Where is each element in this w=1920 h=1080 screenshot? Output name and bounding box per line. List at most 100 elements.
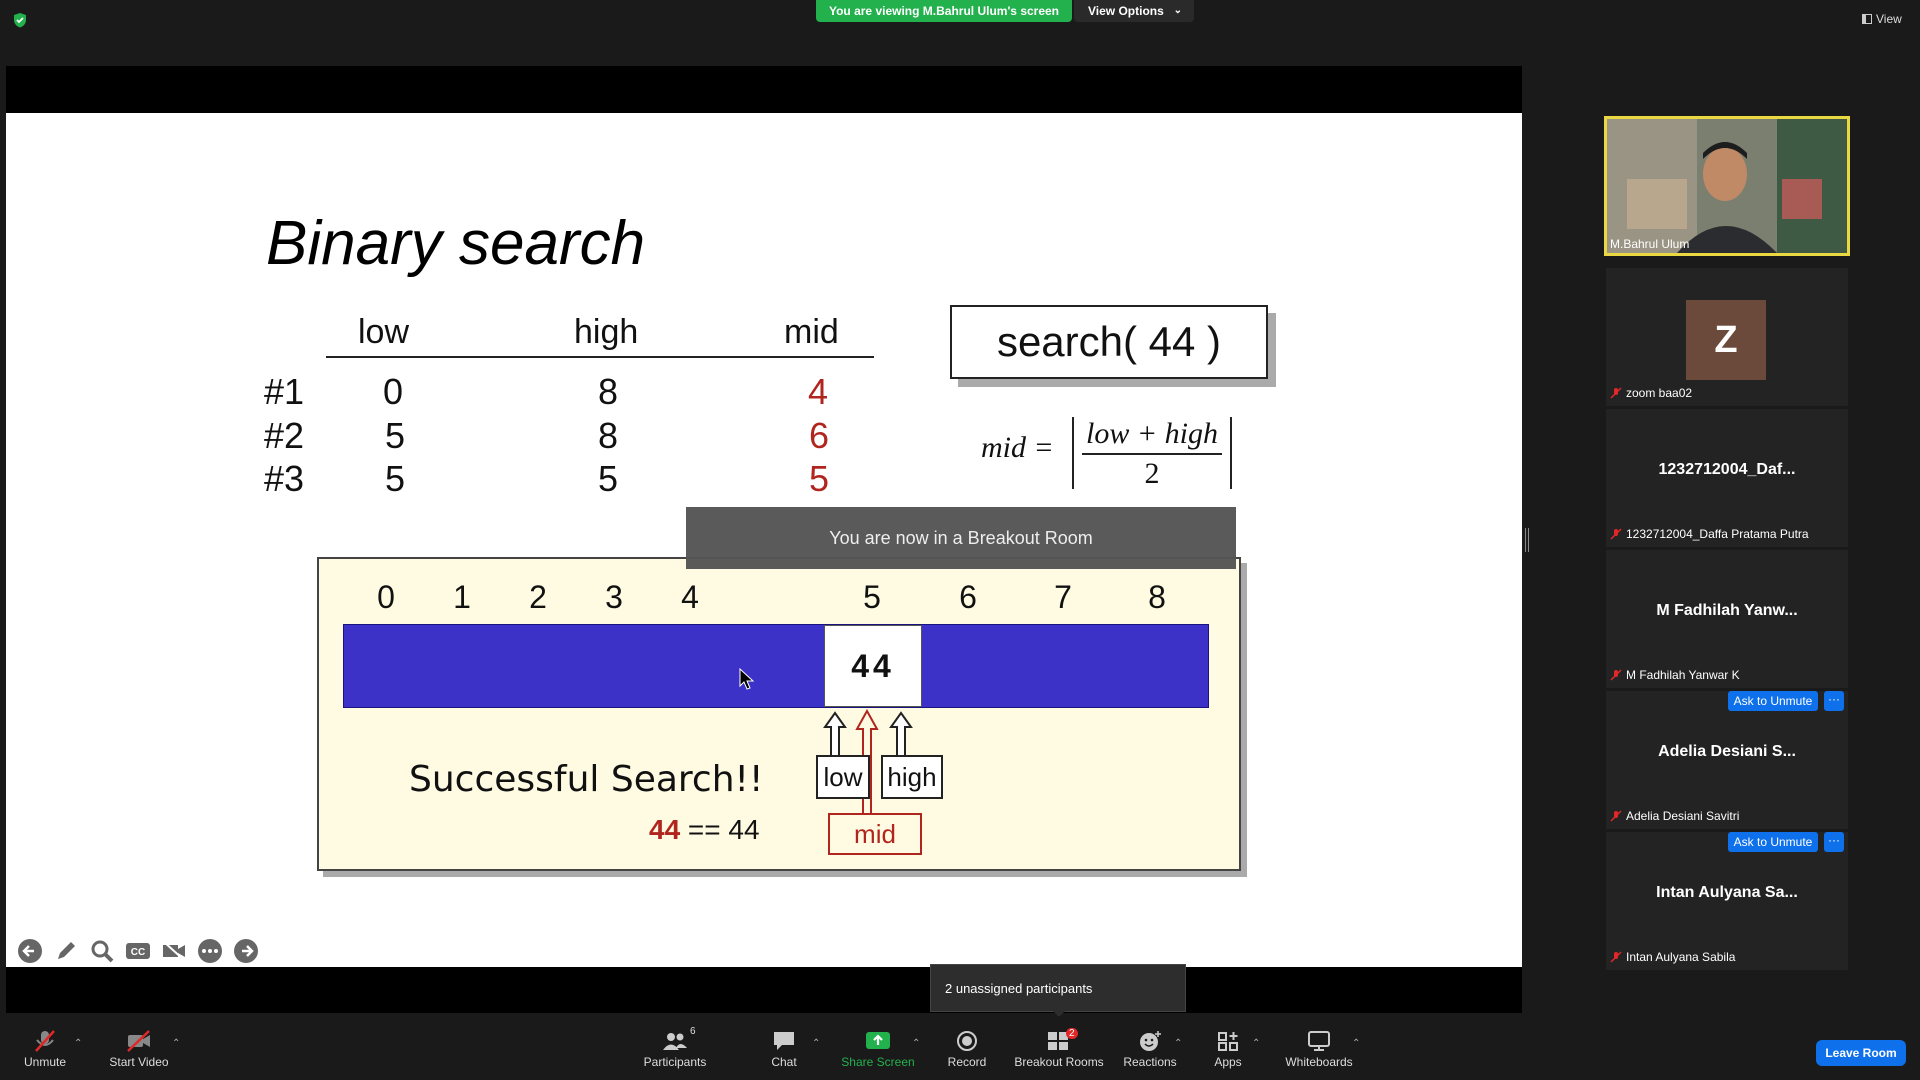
more-options-button[interactable]: ··· — [1824, 832, 1844, 852]
chat-options-caret[interactable]: ⌃ — [812, 1038, 820, 1049]
formula-lhs: mid = — [981, 431, 1054, 464]
shared-slide: Binary search low high mid #1 0 8 4 #2 5… — [6, 113, 1522, 967]
floor-brackets: low + high 2 — [1072, 417, 1232, 490]
view-options-dropdown[interactable]: View Options ⌄ — [1074, 0, 1194, 22]
record-icon — [957, 1031, 977, 1051]
participant-name: 1232712004_Daffa Pratama Putra — [1626, 527, 1809, 541]
apps-button[interactable]: Apps — [1206, 1030, 1250, 1069]
muted-mic-icon — [1610, 951, 1622, 963]
more-icon[interactable] — [196, 937, 224, 965]
apps-icon — [1218, 1032, 1238, 1051]
row-low: 5 — [385, 415, 406, 456]
row-high: 8 — [598, 371, 619, 412]
panel-resize-handle[interactable] — [1525, 528, 1529, 552]
avatar: Z — [1686, 300, 1766, 380]
row-label: #2 — [264, 415, 305, 456]
video-off-icon[interactable] — [160, 937, 188, 965]
muted-mic-icon — [1610, 669, 1622, 681]
participant-display-name: 1232712004_Daf... — [1658, 461, 1796, 478]
muted-mic-icon — [1610, 528, 1622, 540]
participant-tile[interactable]: 1232712004_Daf... 1232712004_Daffa Prata… — [1606, 409, 1848, 547]
row-mid: 6 — [809, 415, 830, 456]
array-index: 7 — [1054, 579, 1072, 615]
participant-name: M Fadhilah Yanwar K — [1626, 668, 1740, 682]
apps-label: Apps — [1214, 1055, 1242, 1069]
ask-to-unmute-button[interactable]: Ask to Unmute — [1728, 691, 1818, 711]
mic-muted-icon — [35, 1030, 55, 1052]
chat-icon — [774, 1032, 794, 1050]
reactions-options-caret[interactable]: ⌃ — [1174, 1038, 1182, 1049]
formula-numerator: low + high — [1086, 417, 1218, 450]
meeting-toolbar: Unmute ⌃ Start Video ⌃ 6 Participants Ch… — [0, 1016, 1920, 1080]
participant-label: zoom baa02 — [1610, 386, 1692, 400]
array-index: 1 — [453, 579, 471, 615]
back-arrow-icon[interactable] — [16, 937, 44, 965]
header-underline — [326, 356, 874, 358]
participant-tile[interactable]: Ask to Unmute ··· Intan Aulyana Sa... In… — [1606, 832, 1848, 970]
apps-options-caret[interactable]: ⌃ — [1252, 1038, 1260, 1049]
compare-rest: == 44 — [680, 814, 760, 845]
participant-display-name: M Fadhilah Yanw... — [1656, 602, 1798, 619]
row-label: #3 — [264, 458, 305, 499]
header-mid: mid — [784, 313, 839, 351]
mouse-cursor-icon — [739, 668, 755, 690]
share-options-caret[interactable]: ⌃ — [912, 1038, 920, 1049]
security-shield-icon[interactable] — [12, 12, 28, 28]
breakout-rooms-button[interactable]: 2 Breakout Rooms — [1012, 1028, 1106, 1069]
layout-grid-icon — [1862, 14, 1872, 24]
audio-options-caret[interactable]: ⌃ — [74, 1038, 82, 1049]
start-video-button[interactable]: Start Video — [104, 1030, 174, 1069]
share-letterbox-top — [6, 66, 1522, 113]
view-layout-button[interactable]: View — [1862, 12, 1902, 26]
reactions-icon — [1140, 1031, 1161, 1051]
reactions-label: Reactions — [1123, 1055, 1177, 1069]
camera-feed — [1607, 119, 1847, 253]
leave-room-button[interactable]: Leave Room — [1816, 1040, 1906, 1066]
array-index: 4 — [681, 579, 699, 615]
top-bar: You are viewing M.Bahrul Ulum's screen V… — [0, 0, 1920, 30]
record-button[interactable]: Record — [942, 1030, 992, 1069]
participants-label: Participants — [643, 1055, 707, 1069]
reactions-button[interactable]: Reactions — [1120, 1030, 1180, 1069]
array-index: 0 — [377, 579, 395, 615]
participants-button[interactable]: 6 Participants — [640, 1026, 710, 1069]
breakout-rooms-label: Breakout Rooms — [1014, 1055, 1104, 1069]
participant-display-name: Adelia Desiani S... — [1658, 743, 1796, 760]
participant-tile[interactable]: M Fadhilah Yanw... M Fadhilah Yanwar K — [1606, 550, 1848, 688]
whiteboards-options-caret[interactable]: ⌃ — [1352, 1038, 1360, 1049]
row-low: 5 — [385, 458, 406, 499]
start-video-label: Start Video — [109, 1055, 169, 1069]
forward-arrow-icon[interactable] — [232, 937, 260, 965]
participant-label: M Fadhilah Yanwar K — [1610, 668, 1740, 682]
chat-label: Chat — [771, 1055, 797, 1069]
participant-tile[interactable]: Ask to Unmute ··· Adelia Desiani S... Ad… — [1606, 691, 1848, 829]
chat-button[interactable]: Chat — [762, 1030, 806, 1069]
zoom-icon[interactable] — [88, 937, 116, 965]
share-screen-label: Share Screen — [841, 1055, 915, 1069]
video-tile-name: M.Bahrul Ulum — [1610, 237, 1690, 251]
participant-name: Adelia Desiani Savitri — [1626, 809, 1740, 823]
pen-icon[interactable] — [52, 937, 80, 965]
unmute-button[interactable]: Unmute — [20, 1030, 70, 1069]
participant-name: zoom baa02 — [1626, 386, 1693, 400]
video-options-caret[interactable]: ⌃ — [172, 1038, 180, 1049]
more-options-button[interactable]: ··· — [1824, 691, 1844, 711]
header-low: low — [358, 313, 410, 351]
row-label: #1 — [264, 371, 305, 412]
cc-icon[interactable]: CC — [124, 937, 152, 965]
participant-tile[interactable]: Z zoom baa02 — [1606, 268, 1848, 406]
array-bar — [343, 624, 1209, 708]
share-screen-button[interactable]: Share Screen — [838, 1030, 918, 1069]
share-letterbox-bottom — [6, 967, 1522, 1013]
fraction-bar — [1082, 453, 1222, 455]
mid-pointer: mid — [828, 813, 922, 855]
participants-icon — [663, 1033, 687, 1050]
share-screen-icon — [866, 1032, 890, 1049]
breakout-badge: 2 — [1066, 1028, 1078, 1039]
ask-to-unmute-button[interactable]: Ask to Unmute — [1728, 832, 1818, 852]
muted-mic-icon — [1610, 387, 1622, 399]
whiteboards-button[interactable]: Whiteboards — [1282, 1030, 1356, 1069]
compare-left: 44 — [649, 814, 681, 845]
record-label: Record — [947, 1055, 987, 1069]
video-tile-active-speaker[interactable]: M.Bahrul Ulum — [1604, 116, 1850, 256]
